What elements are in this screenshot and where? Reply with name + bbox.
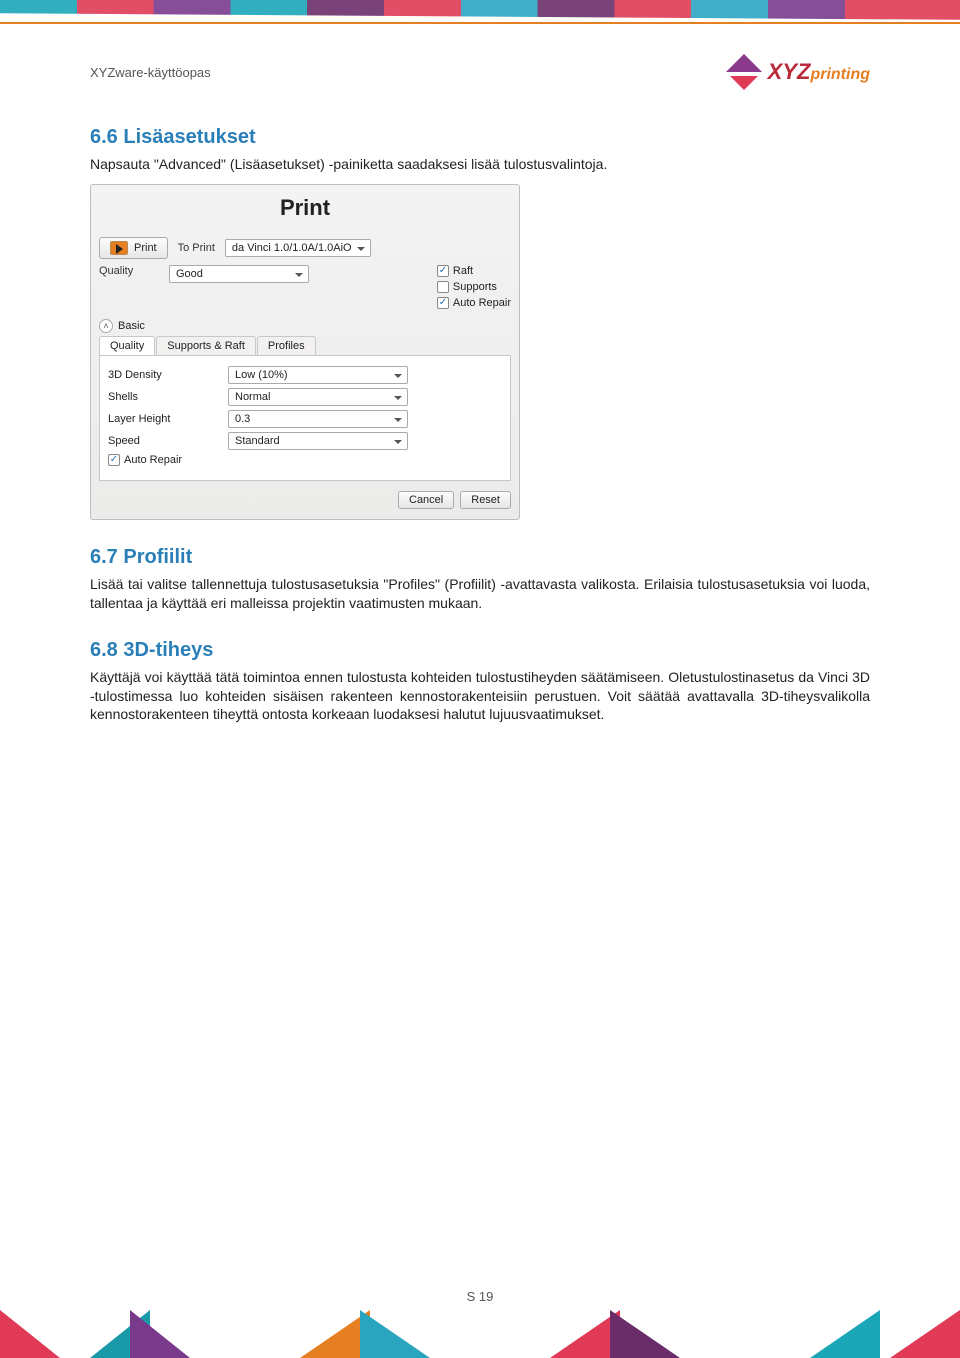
chevron-up-icon: ˄ xyxy=(99,319,113,333)
raft-label: Raft xyxy=(453,265,473,277)
speed-select[interactable]: Standard xyxy=(228,432,408,450)
section-6-8-title: 6.8 3D-tiheys xyxy=(90,639,870,662)
quality-label: Quality xyxy=(99,265,159,277)
inner-autorepair-label: Auto Repair xyxy=(124,454,182,466)
shells-label: Shells xyxy=(108,391,228,403)
autorepair-label: Auto Repair xyxy=(453,297,511,309)
autorepair-checkbox[interactable]: ✓ Auto Repair xyxy=(437,297,511,309)
section-6-6-body: Napsauta "Advanced" (Lisäasetukset) -pai… xyxy=(90,155,870,174)
brand-logo: XYZprinting xyxy=(726,54,870,90)
checkbox-icon xyxy=(437,281,449,293)
inner-autorepair-checkbox[interactable]: ✓ Auto Repair xyxy=(108,454,182,466)
density-select[interactable]: Low (10%) xyxy=(228,366,408,384)
logo-text-suffix: printing xyxy=(810,66,870,83)
supports-label: Supports xyxy=(453,281,497,293)
checkbox-icon: ✓ xyxy=(437,297,449,309)
page-number: S 19 xyxy=(0,1289,960,1304)
decorative-top-strip xyxy=(0,0,960,22)
to-print-label: To Print xyxy=(178,242,215,254)
basic-label: Basic xyxy=(118,320,145,332)
checkbox-icon: ✓ xyxy=(437,265,449,277)
raft-checkbox[interactable]: ✓ Raft xyxy=(437,265,511,277)
play-icon xyxy=(110,241,128,255)
reset-button[interactable]: Reset xyxy=(460,491,511,509)
section-6-8-body: Käyttäjä voi käyttää tätä toimintoa enne… xyxy=(90,668,870,725)
decorative-bottom-strip xyxy=(0,1310,960,1358)
print-dialog: Print Print To Print da Vinci 1.0/1.0A/1… xyxy=(90,184,520,520)
tab-supports-raft[interactable]: Supports & Raft xyxy=(156,336,256,355)
checkbox-icon: ✓ xyxy=(108,454,120,466)
density-label: 3D Density xyxy=(108,369,228,381)
section-6-7-title: 6.7 Profiilit xyxy=(90,546,870,569)
dialog-title: Print xyxy=(99,191,511,231)
cancel-button[interactable]: Cancel xyxy=(398,491,454,509)
logo-mark-icon xyxy=(726,54,762,90)
print-button[interactable]: Print xyxy=(99,237,168,259)
print-button-label: Print xyxy=(134,242,157,254)
tab-profiles[interactable]: Profiles xyxy=(257,336,316,355)
layer-height-select[interactable]: 0.3 xyxy=(228,410,408,428)
document-title: XYZware-käyttöopas xyxy=(90,65,211,80)
logo-text-main: XYZ xyxy=(768,59,811,84)
supports-checkbox[interactable]: Supports xyxy=(437,281,511,293)
printer-select[interactable]: da Vinci 1.0/1.0A/1.0AiO xyxy=(225,239,371,257)
quality-select[interactable]: Good xyxy=(169,265,309,283)
tab-quality[interactable]: Quality xyxy=(99,336,155,355)
layer-height-label: Layer Height xyxy=(108,413,228,425)
basic-toggle[interactable]: ˄ Basic xyxy=(99,319,511,333)
section-6-7-body: Lisää tai valitse tallennettuja tulostus… xyxy=(90,575,870,613)
section-6-6-title: 6.6 Lisäasetukset xyxy=(90,126,870,149)
speed-label: Speed xyxy=(108,435,228,447)
shells-select[interactable]: Normal xyxy=(228,388,408,406)
